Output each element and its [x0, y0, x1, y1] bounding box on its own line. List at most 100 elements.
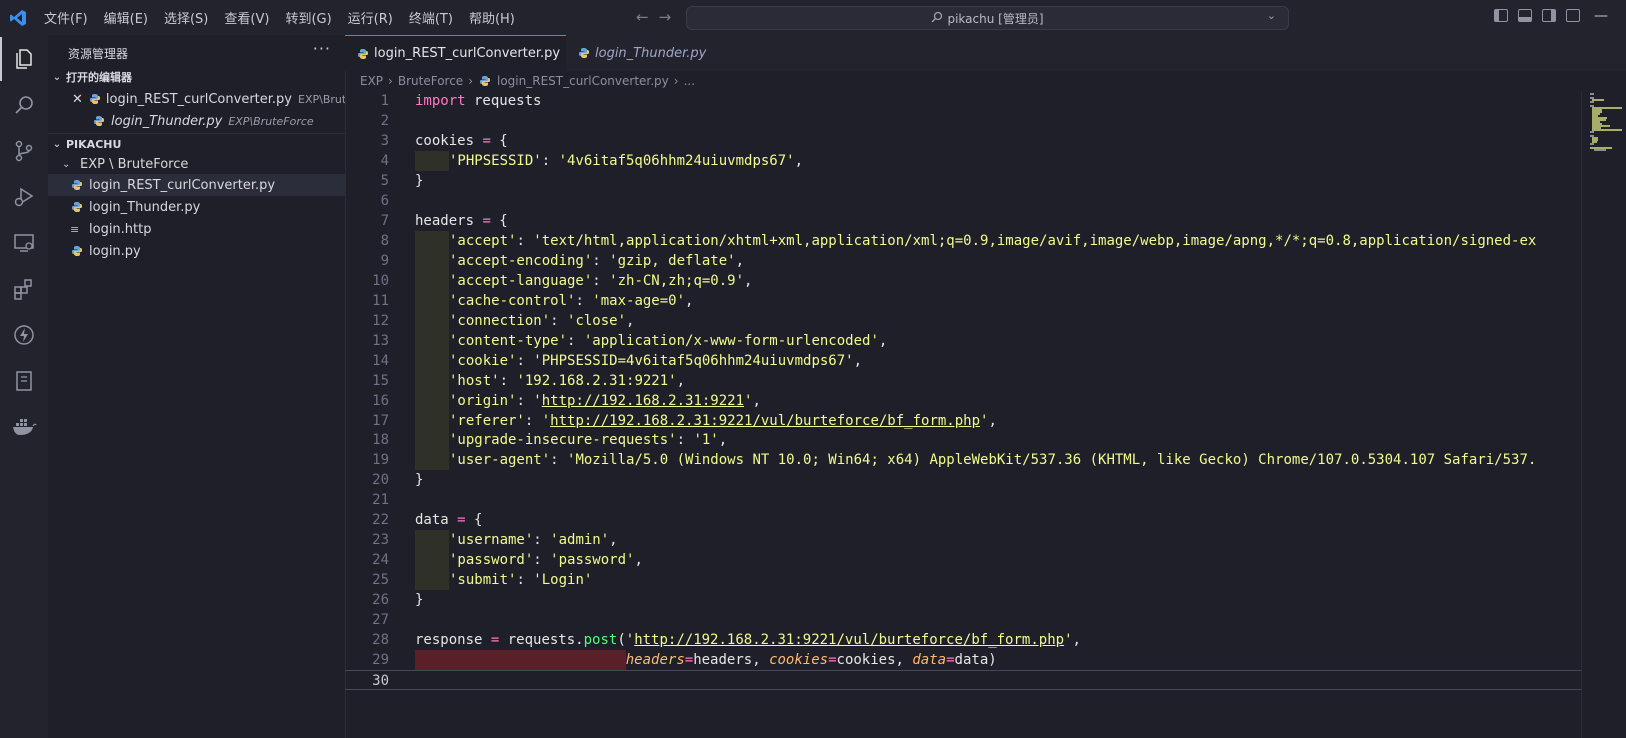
code-line[interactable]: 27 — [345, 610, 1581, 630]
breadcrumb-item[interactable]: EXP — [360, 74, 383, 88]
tab-label: login_Thunder.py — [595, 45, 707, 61]
minimize-icon[interactable]: — — [1594, 8, 1608, 24]
code-line[interactable]: 21 — [345, 490, 1581, 510]
breadcrumb-item[interactable]: BruteForce — [398, 74, 463, 88]
open-editor-item[interactable]: login_Thunder.py EXP\BruteForce — [48, 110, 345, 132]
code-line[interactable]: 17 'referer': 'http://192.168.2.31:9221/v… — [345, 410, 1581, 431]
code-line[interactable]: 4 'PHPSESSID': '4v6itaf5q06hhm24uiuvmdps6… — [345, 150, 1581, 171]
code-line[interactable]: 18 'upgrade-insecure-requests': '1', — [345, 430, 1581, 451]
run-debug-icon[interactable] — [0, 175, 48, 219]
command-center[interactable]: pikachu [管理员] ⌄ — [686, 6, 1289, 30]
indent-error-highlight — [415, 650, 626, 671]
chevron-down-icon[interactable]: ⌄ — [1267, 9, 1276, 22]
code-line[interactable]: 24 'password': 'password', — [345, 550, 1581, 571]
menu-go[interactable]: 转到(G) — [277, 8, 339, 27]
search-icon[interactable] — [0, 83, 48, 127]
line-number: 23 — [372, 532, 389, 549]
line-number: 16 — [372, 392, 389, 409]
code-line[interactable]: 13 'content-type': 'application/x-www-for… — [345, 330, 1581, 351]
command-center-label: pikachu [管理员] — [947, 11, 1044, 26]
close-icon[interactable]: ✕ — [72, 92, 83, 107]
docker-icon[interactable] — [0, 405, 48, 449]
active-indicator — [0, 37, 2, 81]
remote-explorer-icon[interactable] — [0, 221, 48, 265]
code-line[interactable]: 12 'connection': 'close', — [345, 310, 1581, 331]
code-line[interactable]: 7 headers = { — [345, 211, 1581, 231]
code-line[interactable]: 22 data = { — [345, 510, 1581, 530]
code-line[interactable]: 28 response = requests.post('http://192.1… — [345, 630, 1581, 650]
minimap-line — [1592, 129, 1622, 131]
file-item[interactable]: login_Thunder.py — [48, 196, 345, 218]
file-item[interactable]: ≡ login.http — [48, 218, 345, 240]
indent-guide — [415, 290, 449, 311]
file-name: login_Thunder.py — [89, 199, 201, 215]
code-text: 'accept-language': 'zh-CN,zh;q=0.9', — [415, 270, 752, 291]
code-text: 'cache-control': 'max-age=0', — [415, 290, 693, 311]
code-line[interactable]: 5} — [345, 171, 1581, 191]
menu-file[interactable]: 文件(F) — [36, 8, 96, 27]
folder-item[interactable]: ⌄ EXP \ BruteForce — [48, 153, 345, 175]
file-item[interactable]: login.py — [48, 240, 345, 262]
back-arrow-icon[interactable]: ← — [636, 8, 649, 26]
thunder-client-icon[interactable] — [0, 313, 48, 357]
code-line[interactable]: 9 'accept-encoding': 'gzip, deflate', — [345, 250, 1581, 271]
file-item[interactable]: login_REST_curlConverter.py — [48, 174, 345, 196]
open-editor-item[interactable]: ✕ login_REST_curlConverter.py EXP\Brute.… — [48, 88, 345, 110]
code-line[interactable]: 10 'accept-language': 'zh-CN,zh;q=0.9', — [345, 270, 1581, 291]
menu-run[interactable]: 运行(R) — [340, 8, 401, 27]
explorer-icon[interactable] — [0, 37, 48, 81]
line-number: 17 — [372, 412, 389, 429]
code-text: } — [415, 472, 424, 489]
tab-login-rest-curlconverter[interactable]: login_REST_curlConverter.py ✕ — [345, 35, 582, 71]
indent-guide — [415, 370, 449, 391]
line-number: 6 — [380, 192, 389, 209]
menu-help[interactable]: 帮助(H) — [461, 8, 523, 27]
toggle-sidebar-icon[interactable] — [1494, 9, 1508, 22]
menu-edit[interactable]: 编辑(E) — [96, 8, 156, 27]
line-number: 26 — [372, 592, 389, 609]
line-number: 9 — [380, 252, 389, 269]
python-file-icon — [92, 114, 106, 128]
customize-layout-icon[interactable] — [1566, 9, 1580, 22]
menu-view[interactable]: 查看(V) — [216, 8, 277, 27]
toggle-secondary-sidebar-icon[interactable] — [1542, 9, 1556, 22]
title-bar: 文件(F) 编辑(E) 选择(S) 查看(V) 转到(G) 运行(R) 终端(T… — [0, 0, 1626, 35]
toggle-panel-icon[interactable] — [1518, 9, 1532, 22]
workspace-section-header[interactable]: ⌄ PIKACHU — [48, 133, 345, 154]
code-line[interactable]: 30 — [345, 670, 1581, 691]
code-line[interactable]: 3 cookies = { — [345, 131, 1581, 151]
navigation-arrows: ← → — [636, 8, 671, 26]
code-line[interactable]: 8 'accept': 'text/html,application/xhtml+… — [345, 230, 1581, 251]
code-line[interactable]: 6 — [345, 191, 1581, 211]
minimap[interactable] — [1581, 91, 1626, 738]
open-editor-name: login_Thunder.py — [111, 113, 223, 129]
code-line[interactable]: 23 'username': 'admin', — [345, 530, 1581, 551]
more-actions-icon[interactable]: ··· — [313, 39, 331, 58]
chevron-right-icon: › — [468, 74, 473, 88]
notebook-icon[interactable] — [0, 359, 48, 403]
code-line[interactable]: 15 'host': '192.168.2.31:9221', — [345, 370, 1581, 391]
code-line[interactable]: 14 'cookie': 'PHPSESSID=4v6itaf5q06hhm24u… — [345, 350, 1581, 371]
menu-terminal[interactable]: 终端(T) — [401, 8, 461, 27]
tab-login-thunder[interactable]: login_Thunder.py — [566, 35, 716, 71]
code-line[interactable]: 2 — [345, 111, 1581, 131]
menu-selection[interactable]: 选择(S) — [156, 8, 216, 27]
breadcrumb-item[interactable]: ... — [684, 74, 695, 88]
code-line[interactable]: 19 'user-agent': 'Mozilla/5.0 (Windows NT… — [345, 450, 1581, 471]
line-number: 22 — [372, 512, 389, 529]
code-line[interactable]: 1 import requests — [345, 91, 1581, 111]
extensions-icon[interactable] — [0, 267, 48, 311]
minimap-line — [1590, 131, 1594, 133]
line-number: 10 — [372, 272, 389, 289]
code-line[interactable]: 20} — [345, 470, 1581, 490]
open-editors-section-header[interactable]: ⌄ 打开的编辑器 — [48, 67, 345, 87]
code-line[interactable]: 11 'cache-control': 'max-age=0', — [345, 290, 1581, 311]
source-control-icon[interactable] — [0, 129, 48, 173]
breadcrumb-item[interactable]: login_REST_curlConverter.py — [497, 74, 669, 88]
forward-arrow-icon[interactable]: → — [659, 8, 672, 26]
code-line[interactable]: 16 'origin': 'http://192.168.2.31:9221', — [345, 390, 1581, 411]
code-line[interactable]: 26} — [345, 590, 1581, 610]
code-line[interactable]: 25 'submit': 'Login' — [345, 570, 1581, 591]
code-editor[interactable]: 1 import requests 2 3 cookies = {4 'PHPSESSID… — [345, 91, 1581, 738]
code-line[interactable]: 29 headers=headers, cookies=cookies, data… — [345, 650, 1581, 671]
